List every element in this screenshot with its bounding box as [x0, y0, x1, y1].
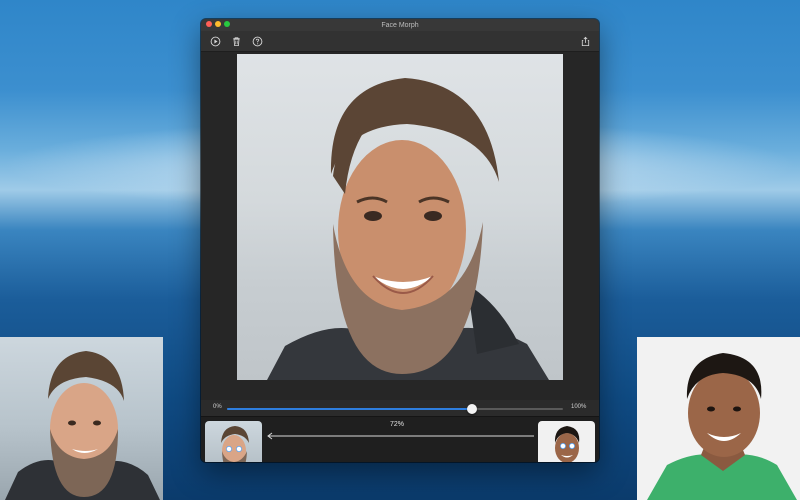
morphed-face-image	[267, 78, 549, 380]
smiling-man-photo	[647, 353, 797, 500]
minimize-window-button[interactable]	[215, 21, 221, 27]
left-arrow-icon	[267, 432, 534, 440]
slider-min-label: 0%	[213, 404, 222, 410]
morph-slider-fill	[227, 408, 473, 410]
bearded-man-thumbnail	[221, 426, 249, 462]
morphed-face-preview	[237, 54, 563, 380]
source-face-photo-right	[637, 337, 800, 500]
trash-icon	[233, 37, 240, 47]
toolbar	[201, 31, 599, 52]
slider-max-label: 100%	[571, 404, 587, 410]
play-circle-icon	[210, 36, 221, 47]
morph-slider[interactable]	[227, 404, 563, 414]
play-button[interactable]	[210, 36, 221, 47]
share-icon	[581, 36, 590, 47]
close-window-button[interactable]	[206, 21, 212, 27]
morph-percent-label: 72%	[390, 421, 405, 428]
help-circle-icon	[252, 36, 263, 47]
source-thumbnail-right[interactable]	[538, 421, 595, 462]
title-bar[interactable]: Face Morph	[201, 19, 599, 31]
help-button[interactable]	[252, 36, 263, 47]
smiling-man-thumbnail	[554, 426, 580, 462]
morph-direction-arrow	[266, 432, 536, 440]
morph-slider-row: 0% 100%	[201, 400, 599, 416]
source-faces-bar: 72%	[201, 416, 599, 462]
source-face-photo-left	[0, 337, 163, 500]
morph-slider-thumb[interactable]	[467, 404, 478, 414]
zoom-window-button[interactable]	[224, 21, 230, 27]
face-morph-window: Face Morph 0% 100% 72%	[201, 19, 599, 462]
window-title: Face Morph	[381, 21, 419, 29]
morph-canvas-area	[201, 52, 599, 400]
export-button[interactable]	[580, 36, 591, 47]
bearded-man-photo	[5, 351, 160, 500]
window-controls	[206, 21, 230, 27]
source-thumbnail-left[interactable]	[205, 421, 262, 462]
delete-button[interactable]	[231, 36, 242, 47]
